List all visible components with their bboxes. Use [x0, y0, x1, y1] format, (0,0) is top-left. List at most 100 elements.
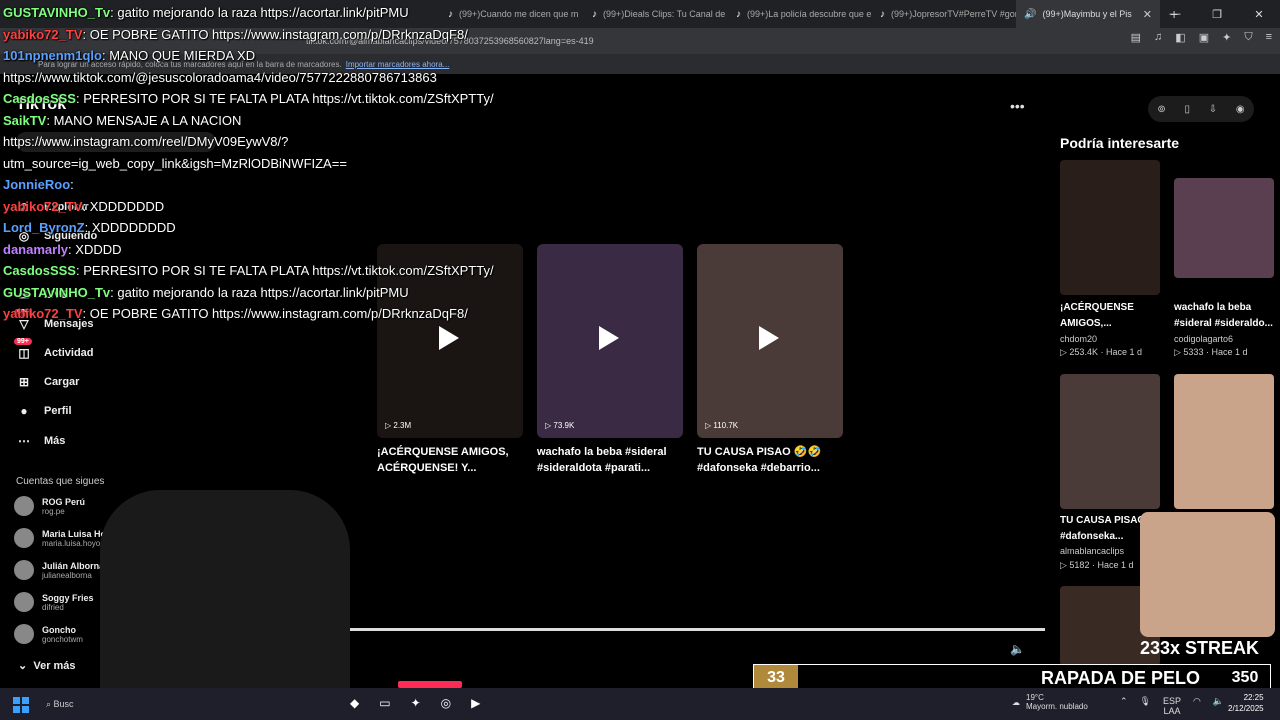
- reaction-overlay-image: [1140, 512, 1275, 637]
- menu-icon[interactable]: ≡: [1266, 31, 1272, 44]
- app-icon[interactable]: ✦: [411, 696, 421, 710]
- copilot-icon[interactable]: ✦: [1222, 31, 1231, 44]
- chat-message: https://www.tiktok.com/@jesuscoloradoama…: [3, 67, 523, 89]
- close-tab-icon[interactable]: ✕: [1143, 8, 1152, 21]
- video-progress-bar[interactable]: [285, 628, 1045, 631]
- chat-message: yabiko72_TV: XDDDDDDD: [3, 196, 523, 218]
- windows-start-icon[interactable]: [13, 697, 29, 713]
- maximize-icon[interactable]: ❐: [1196, 0, 1238, 28]
- terminal-icon[interactable]: ▭: [379, 696, 390, 710]
- chat-message: utm_source=ig_web_copy_link&igsh=MzRlODB…: [3, 153, 523, 175]
- chat-text: utm_source=ig_web_copy_link&igsh=MzRlODB…: [3, 155, 347, 171]
- recommend-video-title[interactable]: wachafo la beba #sideral #sideraldo...: [1174, 300, 1279, 332]
- chevron-up-icon[interactable]: ⌃: [1120, 696, 1128, 716]
- following-name: Julián Alborná: [42, 560, 105, 571]
- weather-text: Mayorm. nublado: [1026, 702, 1088, 711]
- settings-icon[interactable]: ⊚: [1157, 104, 1165, 115]
- tab-3[interactable]: ♪ (99+)La policía descubre que e: [728, 0, 872, 28]
- chat-text: https://www.instagram.com/reel/DMyV09Eyw…: [3, 134, 289, 149]
- wifi-icon[interactable]: ◠: [1193, 696, 1201, 716]
- language-code: ESP: [1162, 696, 1181, 706]
- chat-separator: :: [84, 220, 92, 235]
- following-handle: gonchotwm: [42, 634, 83, 644]
- phone-icon[interactable]: ▯: [1184, 104, 1190, 115]
- recommend-stats: ▷ 253.4K · Hace 1 d: [1060, 347, 1142, 357]
- reader-icon[interactable]: ▤: [1131, 31, 1141, 44]
- video-title[interactable]: ¡ACÉRQUENSE AMIGOS, ACÉRQUENSE! Y...: [377, 444, 527, 476]
- sidebar-item-perfil[interactable]: ● Perfil: [16, 404, 71, 418]
- chat-username: yabiko72_TV: [3, 198, 83, 214]
- chat-separator: :: [46, 112, 54, 128]
- see-more-button[interactable]: ⌄ Ver más: [18, 659, 76, 672]
- shield-icon[interactable]: ⛉: [1244, 31, 1252, 44]
- chat-text: MANO QUE MIERDA XD: [109, 48, 256, 63]
- tiktok-favicon-icon: ♪: [592, 8, 597, 20]
- video-title[interactable]: TU CAUSA PISAO 🤣🤣 #dafonseka #debarrio..…: [697, 444, 847, 476]
- sidebar-icon[interactable]: ◧: [1175, 31, 1185, 44]
- chat-text: gatito mejorando la raza https://acortar…: [117, 284, 409, 300]
- tab-active[interactable]: 🔊 (99+)Mayimbu y el Pis ✕: [1016, 0, 1160, 28]
- views-value: 5182: [1069, 560, 1090, 570]
- speaker-icon[interactable]: 🔈: [1213, 696, 1224, 716]
- chat-username: JonnieRoo: [3, 177, 71, 192]
- avatar: [14, 496, 34, 516]
- video-title[interactable]: wachafo la beba #sideral #sideraldota #p…: [537, 444, 687, 476]
- avatar: [14, 528, 34, 548]
- chevron-down-icon: ⌄: [18, 660, 28, 672]
- taskbar-search[interactable]: ⌕ Busc: [40, 694, 100, 714]
- sidebar-item-cargar[interactable]: ⊞ Cargar: [16, 375, 80, 389]
- following-item[interactable]: Goncho gonchotwm: [14, 624, 83, 644]
- browser-toolbar-icons: ▤ ♫ ◧ ▣ ✦ ⛉ ≡: [1131, 31, 1272, 44]
- language-indicator[interactable]: ESP LAA: [1163, 696, 1181, 716]
- app-icon[interactable]: ◆: [350, 696, 359, 710]
- more-options-icon[interactable]: •••: [1010, 98, 1025, 114]
- following-item[interactable]: Soggy Fries difried: [14, 592, 94, 612]
- event-points: 350: [1231, 669, 1259, 686]
- play-icon[interactable]: [759, 326, 779, 350]
- sidebar-item-label: Actividad: [44, 347, 94, 359]
- recommend-thumbnail[interactable]: [1174, 374, 1274, 509]
- close-window-icon[interactable]: ✕: [1238, 0, 1280, 28]
- following-item[interactable]: ROG Perú rog.pe: [14, 496, 85, 516]
- system-clock[interactable]: 22:25 2/12/2025: [1228, 692, 1264, 714]
- chat-text: https://www.tiktok.com/@jesuscoloradoama…: [3, 69, 437, 85]
- mic-icon[interactable]: 🎙: [1140, 696, 1151, 716]
- play-app-icon[interactable]: ▶: [471, 696, 480, 710]
- views-value: 73.9K: [553, 421, 575, 430]
- minimize-icon[interactable]: —: [1154, 0, 1196, 28]
- following-item[interactable]: Julián Alborná julianealborna: [14, 560, 104, 580]
- recommend-video-title[interactable]: ¡ACÉRQUENSE AMIGOS,...: [1060, 300, 1165, 332]
- avatar[interactable]: ◉: [1236, 104, 1245, 115]
- tab-4[interactable]: ♪ (99+)JopresorTV#PerreTV #gon: [872, 0, 1016, 28]
- views-value: 253.4K: [1069, 347, 1098, 357]
- recommend-thumbnail[interactable]: [1060, 160, 1160, 295]
- recommend-thumbnail[interactable]: [1060, 374, 1160, 509]
- profile-icon: ●: [20, 404, 28, 418]
- obs-icon[interactable]: ◎: [441, 696, 451, 710]
- wallet-icon[interactable]: ▣: [1199, 31, 1209, 44]
- bell-icon: ◫ 99+: [14, 338, 32, 360]
- recommend-thumbnail[interactable]: [1174, 178, 1274, 278]
- play-icon[interactable]: [599, 326, 619, 350]
- chat-text: OE POBRE GATITO https://www.instagram.co…: [89, 26, 468, 42]
- recommend-author[interactable]: almablancaclips: [1060, 546, 1124, 556]
- video-card[interactable]: ▷ 110.7K: [697, 244, 843, 438]
- recommend-author[interactable]: codigolagarto6: [1174, 334, 1233, 344]
- tab-2[interactable]: ♪ (99+)Dieals Clips: Tu Canal de: [584, 0, 728, 28]
- chat-text: XDDDD: [75, 241, 122, 257]
- sidebar-item-mas[interactable]: ⋯ Más: [16, 434, 65, 448]
- see-more-label: Ver más: [33, 660, 76, 672]
- sidebar-item-actividad[interactable]: ◫ 99+ Actividad: [14, 338, 94, 360]
- views-value: 110.7K: [713, 421, 739, 430]
- notification-badge: 99+: [14, 338, 32, 345]
- music-icon[interactable]: ♫: [1154, 31, 1162, 44]
- download-icon[interactable]: ⇩: [1209, 104, 1217, 115]
- volume-icon[interactable]: 🔈: [1010, 642, 1025, 656]
- play-icon[interactable]: [439, 326, 459, 350]
- recommend-author[interactable]: chdom20: [1060, 334, 1097, 344]
- video-card[interactable]: ▷ 73.9K: [537, 244, 683, 438]
- weather-widget[interactable]: ☁ 19°C Mayorm. nublado: [1012, 693, 1088, 711]
- chat-message: CasdosSSS: PERRESITO POR SI TE FALTA PLA…: [3, 88, 523, 110]
- recommend-stats: ▷ 5182 · Hace 1 d: [1060, 560, 1134, 570]
- avatar: [14, 560, 34, 580]
